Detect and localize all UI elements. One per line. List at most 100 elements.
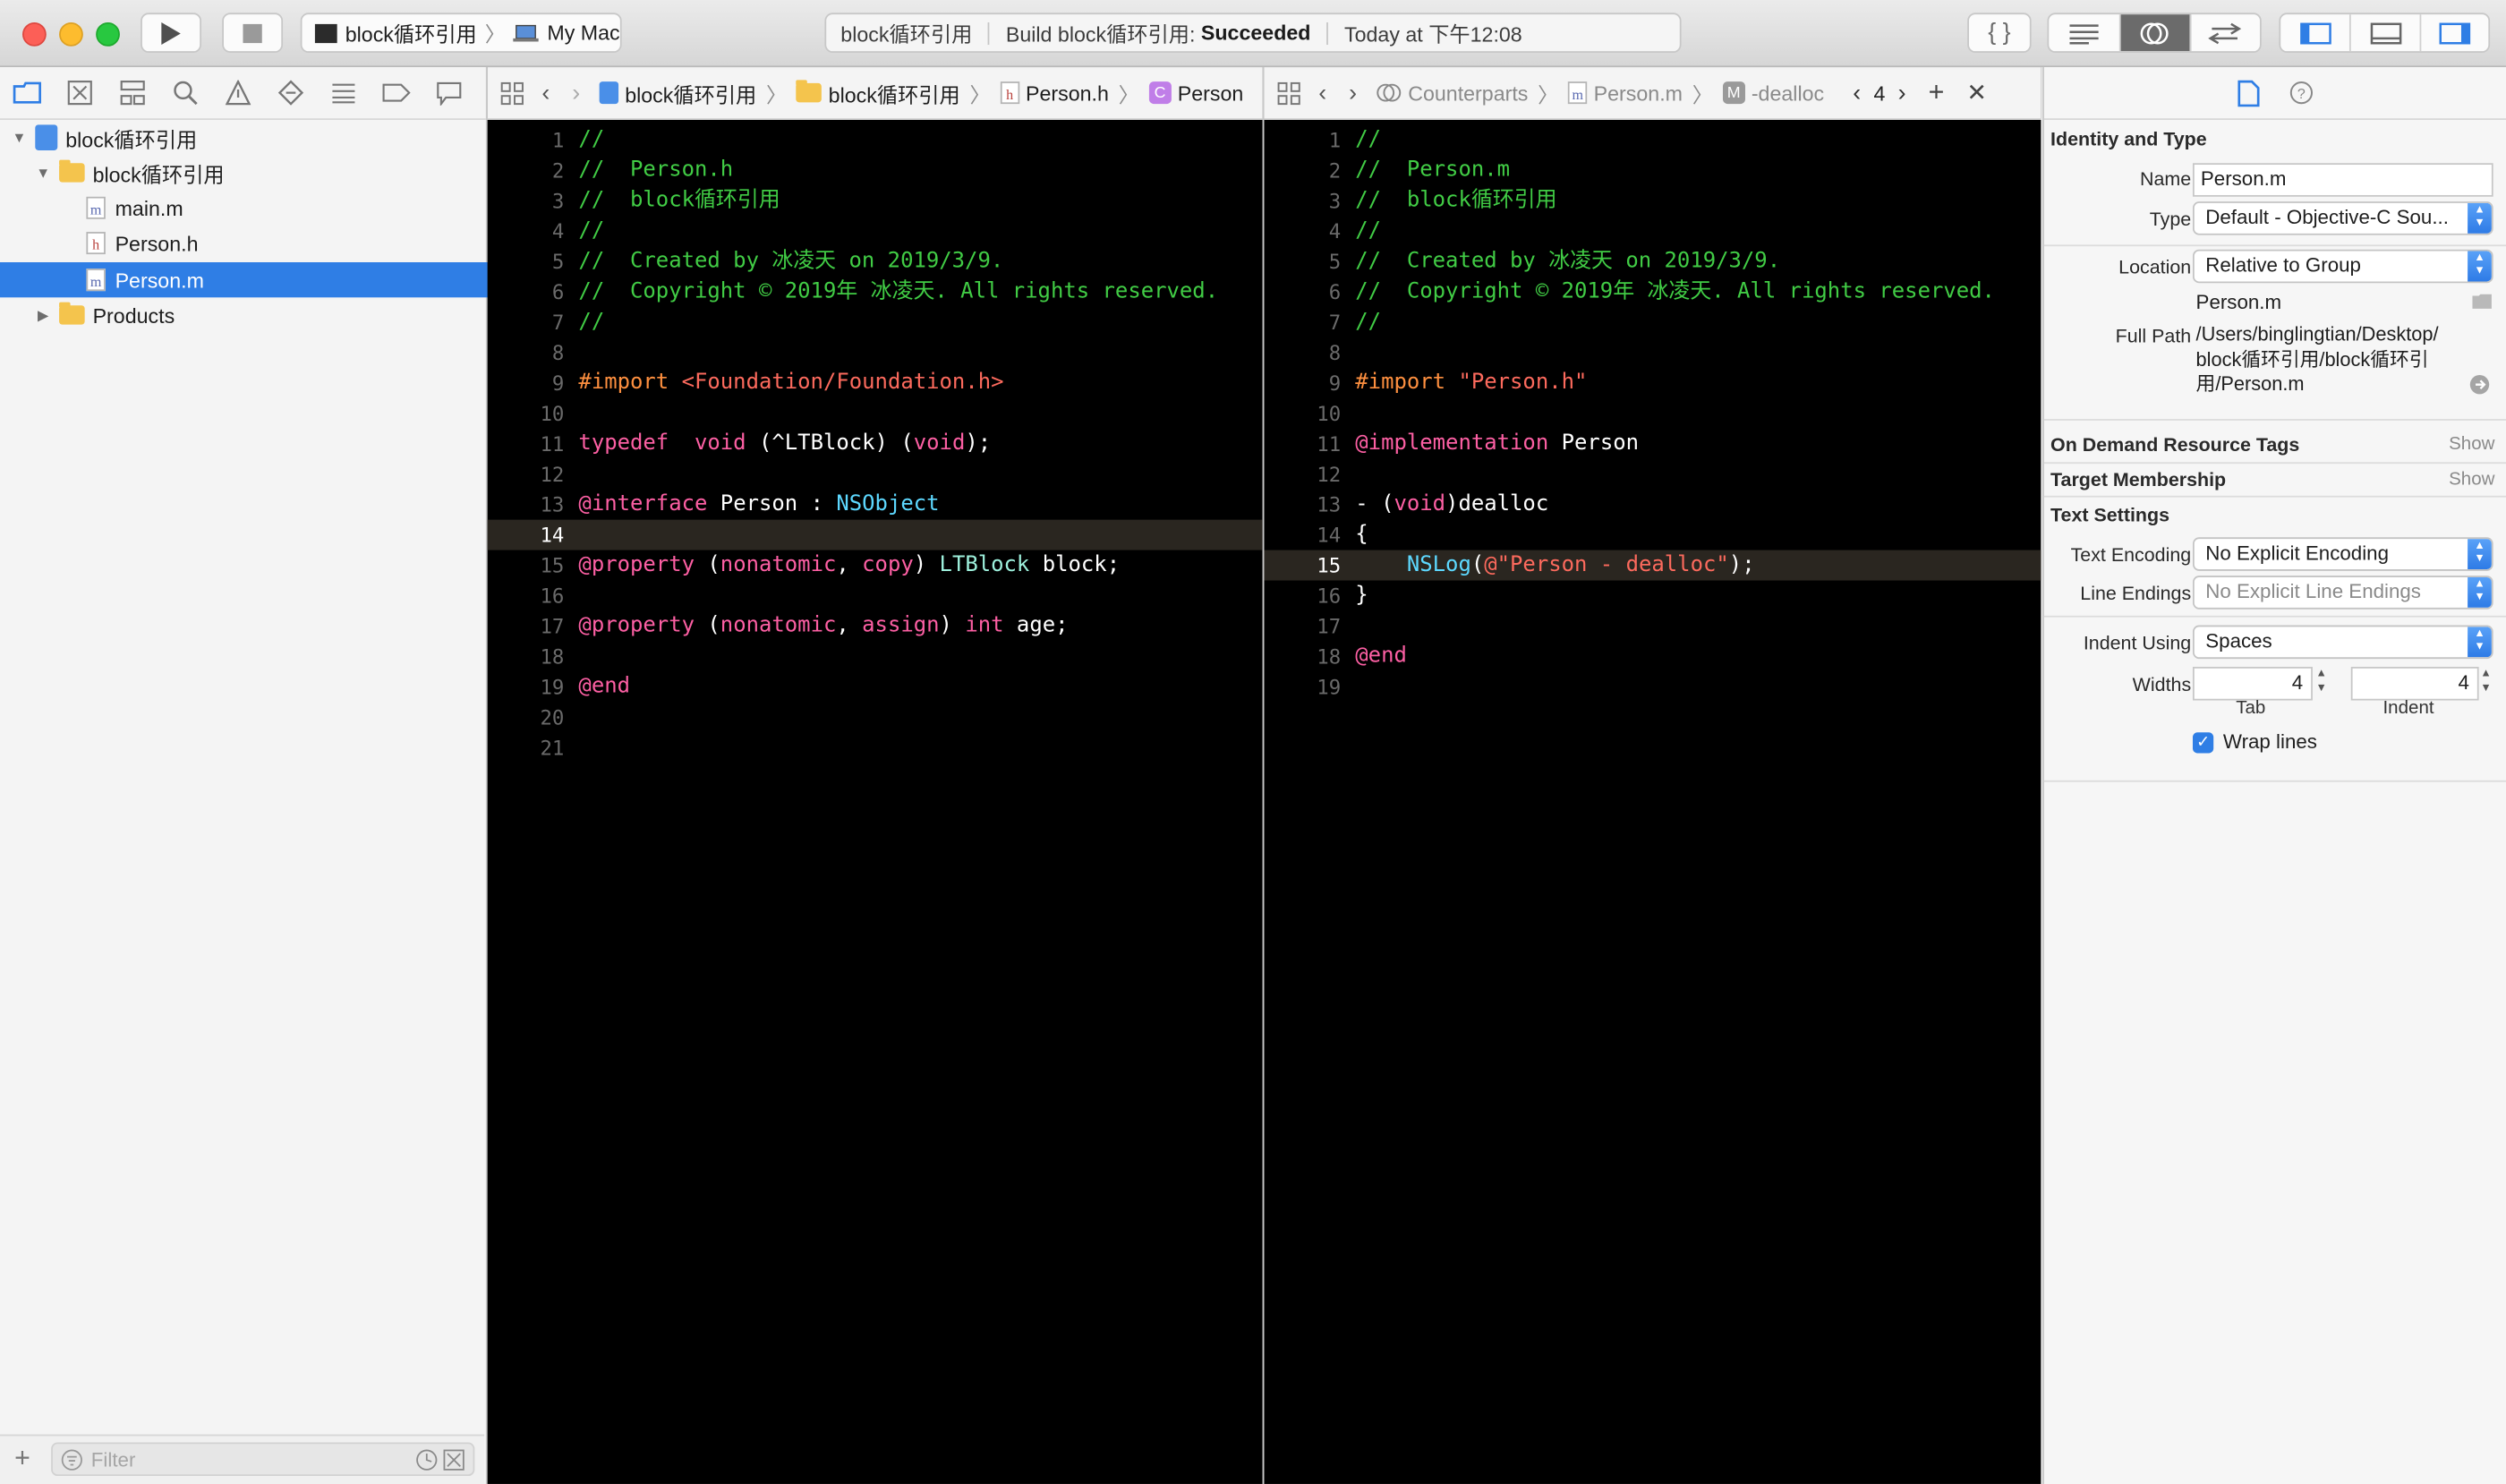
- indent-using-popup[interactable]: Spaces ▲ ▼: [2192, 625, 2493, 660]
- tab-width-stepper[interactable]: ▲ ▼: [2315, 667, 2326, 695]
- code-line[interactable]: 3 // block循环引用: [488, 185, 1263, 216]
- code-line[interactable]: 13 @interface Person : NSObject: [488, 490, 1263, 520]
- jumpbar-group[interactable]: block循环引用: [796, 78, 960, 108]
- code-line[interactable]: 18: [488, 641, 1263, 671]
- stop-button[interactable]: [222, 13, 284, 53]
- code-line[interactable]: 17: [1264, 610, 2041, 641]
- chevron-left-icon[interactable]: ‹: [1318, 79, 1326, 106]
- code-line[interactable]: 7 //: [1264, 307, 2041, 337]
- location-popup[interactable]: Relative to Group ▲ ▼: [2192, 249, 2493, 284]
- jumpbar-file[interactable]: h Person.h: [1000, 81, 1109, 105]
- run-button[interactable]: [141, 13, 201, 53]
- help-icon[interactable]: ?: [2289, 80, 2314, 106]
- standard-editor-button[interactable]: [2049, 14, 2122, 52]
- code-line[interactable]: 9 #import <Foundation/Foundation.h>: [488, 368, 1263, 398]
- code-line[interactable]: 9 #import "Person.h": [1264, 368, 2041, 398]
- zoom-window-button[interactable]: [96, 22, 120, 47]
- code-line[interactable]: 14 {: [1264, 520, 2041, 550]
- disclosure-open-icon[interactable]: ▼: [33, 165, 52, 181]
- code-line[interactable]: 4 //: [1264, 216, 2041, 246]
- code-line[interactable]: 3 // block循环引用: [1264, 185, 2041, 216]
- code-line[interactable]: 4 //: [488, 216, 1263, 246]
- source-code-area[interactable]: 1 // 2 // Person.m 3 // block循环引用 4 // 5 // Creat…: [1264, 118, 2041, 1484]
- code-line[interactable]: 16: [488, 581, 1263, 611]
- assistant-editor-button[interactable]: [2121, 14, 2191, 52]
- related-items-icon[interactable]: [500, 81, 526, 105]
- add-editor-icon[interactable]: +: [1929, 77, 1945, 109]
- toggle-debug-area-button[interactable]: [2351, 14, 2421, 52]
- filter-field[interactable]: Filter: [51, 1442, 475, 1477]
- code-line[interactable]: 21: [488, 732, 1263, 763]
- code-line[interactable]: 10: [1264, 398, 2041, 429]
- jumpbar-symbol[interactable]: C Person: [1148, 81, 1243, 105]
- tree-item-main-m[interactable]: m main.m: [0, 191, 570, 226]
- tree-item-project[interactable]: ▼ block循环引用: [0, 120, 494, 155]
- code-line[interactable]: 8: [1264, 337, 2041, 368]
- code-line[interactable]: 15 NSLog(@"Person - dealloc");: [1264, 550, 2041, 581]
- recent-clock-icon[interactable]: [415, 1449, 438, 1471]
- code-line[interactable]: 10: [488, 398, 1263, 429]
- symbol-navigator-tab[interactable]: [115, 75, 150, 110]
- toggle-inspector-button[interactable]: [2421, 14, 2489, 51]
- next-counterpart-icon[interactable]: ›: [1898, 79, 1906, 106]
- test-navigator-tab[interactable]: [273, 75, 308, 110]
- odr-section[interactable]: On Demand Resource Tags Show: [2050, 431, 2494, 457]
- code-line[interactable]: 20: [488, 702, 1263, 732]
- source-code-area[interactable]: 1 // 2 // Person.h 3 // block循环引用 4 // 5 // Creat…: [487, 118, 1263, 1484]
- disclosure-open-icon[interactable]: ▼: [10, 130, 29, 146]
- name-field[interactable]: Person.m: [2192, 163, 2493, 197]
- indent-width-field[interactable]: 4: [2350, 667, 2479, 701]
- jumpbar-method[interactable]: M -dealloc: [1722, 81, 1824, 105]
- code-line[interactable]: 15 @property (nonatomic, copy) LTBlock bl…: [488, 550, 1263, 581]
- issue-navigator-tab[interactable]: [220, 75, 255, 110]
- code-line[interactable]: 11 @implementation Person: [1264, 429, 2041, 459]
- code-line[interactable]: 6 // Copyright © 2019年 冰凌天. All rights re…: [488, 277, 1263, 307]
- type-popup[interactable]: Default - Objective-C Sou... ▲ ▼: [2192, 201, 2493, 235]
- show-button[interactable]: Show: [2449, 431, 2494, 457]
- version-editor-button[interactable]: [2191, 14, 2260, 51]
- tree-item-products[interactable]: ▶ Products: [0, 297, 518, 332]
- file-inspector-icon[interactable]: [2238, 79, 2260, 107]
- chevron-left-icon[interactable]: ‹: [541, 79, 550, 106]
- code-line[interactable]: 16}: [1264, 581, 2041, 611]
- code-line[interactable]: 1 //: [1264, 124, 2041, 155]
- tree-item-person-m[interactable]: m Person.m: [0, 262, 571, 298]
- tab-width-field[interactable]: 4: [2192, 667, 2313, 701]
- reveal-arrow-icon[interactable]: [2469, 374, 2490, 395]
- code-line[interactable]: 5 // Created by 冰凌天 on 2019/3/9.: [1264, 246, 2041, 277]
- code-line[interactable]: 19 @end: [488, 671, 1263, 702]
- indent-width-stepper[interactable]: ▲ ▼: [2480, 667, 2491, 695]
- reveal-folder-icon[interactable]: [2471, 293, 2493, 311]
- scm-filter-icon[interactable]: [443, 1449, 465, 1471]
- toggle-navigator-button[interactable]: [2280, 14, 2352, 52]
- jumpbar-counterparts[interactable]: Counterparts: [1376, 81, 1528, 105]
- disclosure-closed-icon[interactable]: ▶: [33, 306, 52, 324]
- code-line[interactable]: 13 - (void)dealloc: [1264, 490, 2041, 520]
- add-icon[interactable]: +: [14, 1443, 30, 1475]
- wrap-lines-checkbox[interactable]: ✓ Wrap lines: [2192, 730, 2317, 753]
- code-line[interactable]: 1 //: [488, 124, 1263, 155]
- code-line[interactable]: 11 typedef void (^LTBlock) (void);: [488, 429, 1263, 459]
- project-navigator-tab[interactable]: [10, 75, 45, 110]
- code-line[interactable]: 12: [488, 459, 1263, 490]
- code-line[interactable]: 18 @end: [1264, 641, 2041, 671]
- close-editor-icon[interactable]: ✕: [1966, 79, 1986, 107]
- related-items-icon[interactable]: [1277, 81, 1303, 105]
- code-snippet-button[interactable]: { }: [1967, 13, 2032, 53]
- jumpbar-project[interactable]: block循环引用: [599, 78, 756, 108]
- breakpoint-navigator-tab[interactable]: [379, 75, 413, 110]
- code-line[interactable]: 19: [1264, 671, 2041, 702]
- code-line[interactable]: 14: [487, 519, 1263, 550]
- code-line[interactable]: 2 // Person.h: [488, 155, 1263, 185]
- tree-item-person-h[interactable]: h Person.h: [0, 226, 570, 260]
- tree-item-group[interactable]: ▼ block循环引用: [0, 155, 518, 190]
- code-line[interactable]: 17 @property (nonatomic, assign) int age;: [488, 610, 1263, 641]
- code-line[interactable]: 5 // Created by 冰凌天 on 2019/3/9.: [488, 246, 1263, 277]
- previous-counterpart-icon[interactable]: ‹: [1853, 79, 1861, 106]
- line-endings-popup[interactable]: No Explicit Line Endings ▲ ▼: [2192, 576, 2493, 610]
- close-window-button[interactable]: [21, 22, 47, 47]
- minimize-window-button[interactable]: [59, 22, 83, 47]
- source-control-navigator-tab[interactable]: [63, 75, 98, 110]
- jumpbar-file[interactable]: m Person.m: [1568, 81, 1683, 105]
- text-encoding-popup[interactable]: No Explicit Encoding ▲ ▼: [2192, 537, 2493, 571]
